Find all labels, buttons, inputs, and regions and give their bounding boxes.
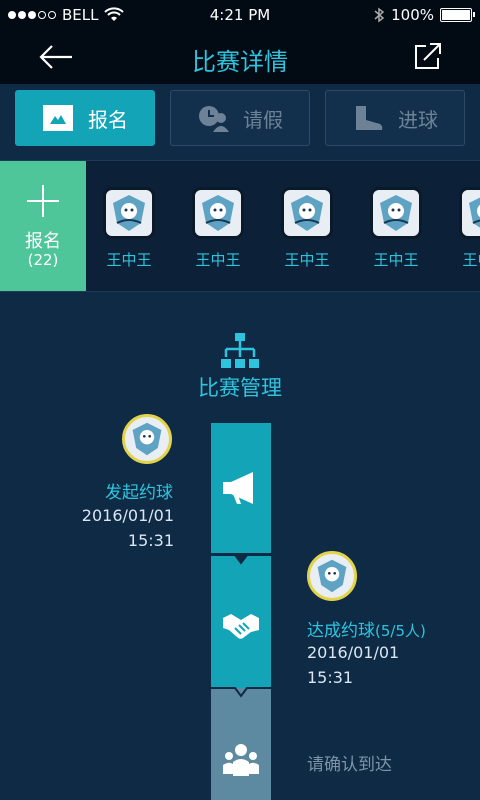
tab-signup[interactable]: 报名 xyxy=(15,90,155,146)
nav-bar: 比赛详情 xyxy=(0,30,480,84)
battery-percent: 100% xyxy=(391,6,434,24)
tab-leave[interactable]: 请假 xyxy=(170,90,310,146)
status-bar: BELL 4:21 PM 100% xyxy=(0,0,480,30)
event-count-agreed: (5/5人) xyxy=(375,622,426,640)
team-avatar xyxy=(281,187,333,239)
section-title: 比赛管理 xyxy=(198,376,282,400)
event-date-agreed: 2016/01/01 xyxy=(307,643,400,662)
event-time-agreed: 15:31 xyxy=(307,668,354,687)
tab-goal[interactable]: 进球 xyxy=(325,90,465,146)
tab-goal-label: 进球 xyxy=(398,107,438,132)
member-item[interactable]: 王中王 xyxy=(366,187,426,270)
agreed-badge xyxy=(307,551,357,601)
tab-signup-label: 报名 xyxy=(88,107,128,132)
member-item[interactable]: 王中王 xyxy=(277,187,337,270)
event-title-confirm[interactable]: 请确认到达 xyxy=(307,750,392,775)
member-name: 王中王 xyxy=(284,251,330,269)
team-avatar xyxy=(192,187,244,239)
tab-bar: 报名 请假 进球 xyxy=(0,84,480,160)
join-button[interactable]: 报名 (22) xyxy=(0,161,86,291)
event-date-initiated: 2016/01/01 xyxy=(81,506,174,525)
team-avatar xyxy=(103,187,155,239)
team-avatar xyxy=(459,187,480,239)
megaphone-icon xyxy=(223,472,253,504)
event-title-initiated: 发起约球 xyxy=(105,483,173,503)
member-name: 王中王 xyxy=(195,251,241,269)
initiator-badge xyxy=(122,414,172,464)
leave-icon xyxy=(197,104,229,132)
battery-icon xyxy=(440,8,475,22)
group-icon xyxy=(223,744,259,776)
member-name: 王中王 xyxy=(462,251,480,269)
event-title-agreed: 达成约球(5/5人) xyxy=(307,616,426,641)
signup-icon xyxy=(42,104,74,132)
timeline-notch xyxy=(211,687,271,698)
member-item[interactable]: 王中王 xyxy=(455,187,480,270)
member-item[interactable]: 王中王 xyxy=(188,187,248,270)
join-label: 报名 xyxy=(25,231,61,252)
share-icon[interactable] xyxy=(412,40,444,72)
page-title: 比赛详情 xyxy=(192,48,288,76)
team-avatar xyxy=(370,187,422,239)
participant-strip: 报名 (22) 王中王 王中王 王中王 王中王 王中王 xyxy=(0,160,480,292)
timeline-notch xyxy=(211,553,271,565)
member-name: 王中王 xyxy=(106,251,152,269)
plus-icon xyxy=(27,185,59,217)
member-name: 王中王 xyxy=(373,251,419,269)
org-chart-icon xyxy=(221,333,259,368)
goal-boot-icon xyxy=(352,104,384,132)
tab-leave-label: 请假 xyxy=(243,107,283,132)
join-count: (22) xyxy=(27,251,59,269)
status-right: 100% xyxy=(373,6,475,24)
member-item[interactable]: 王中王 xyxy=(99,187,159,270)
bluetooth-icon xyxy=(374,7,385,23)
handshake-icon xyxy=(223,614,259,639)
event-title-agreed-text: 达成约球 xyxy=(307,621,375,641)
event-time-initiated: 15:31 xyxy=(127,531,174,550)
